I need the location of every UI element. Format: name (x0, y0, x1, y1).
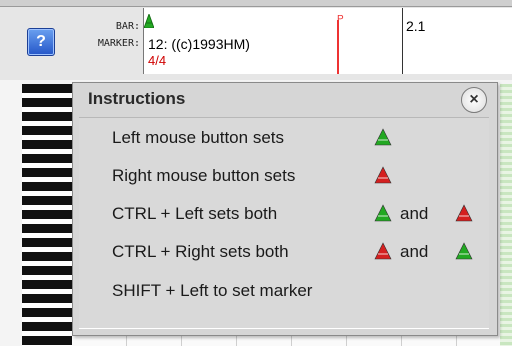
dialog-body: Left mouse button sets Right mouse button… (79, 117, 489, 329)
top-border (0, 0, 512, 7)
instruction-text: CTRL + Left sets both (112, 204, 278, 223)
instruction-text: SHIFT + Left to set marker (112, 281, 313, 300)
instruction-row: CTRL + Left sets both and (112, 204, 492, 226)
red-triangle-icon (374, 166, 392, 184)
red-triangle-icon (455, 204, 473, 222)
green-triangle-icon (455, 242, 473, 260)
instruction-row: Left mouse button sets (112, 128, 492, 150)
close-button[interactable]: × (461, 87, 487, 113)
side-labels: BAR: MARKER: (70, 18, 140, 52)
help-icon: ? (36, 33, 46, 50)
instruction-text: CTRL + Right sets both (112, 242, 289, 261)
marker-label: MARKER: (97, 38, 140, 49)
instruction-row: SHIFT + Left to set marker (112, 281, 492, 303)
measure-label: 2.1 (406, 18, 426, 34)
instruction-row: Right mouse button sets (112, 166, 492, 188)
dialog-header: Instructions × (73, 83, 497, 113)
green-triangle-icon (144, 14, 154, 28)
bar-label: BAR: (115, 21, 140, 32)
grid-edge (500, 84, 512, 346)
instruction-text: Left mouse button sets (112, 128, 284, 147)
instruction-text: Right mouse button sets (112, 166, 296, 185)
and-label: and (400, 204, 429, 223)
bar-text: 12: ((c)1993HM) (148, 36, 250, 52)
help-button[interactable]: ? (27, 28, 55, 56)
green-triangle-icon (374, 128, 392, 146)
piano-keys[interactable] (22, 84, 73, 346)
green-triangle-icon (374, 204, 392, 222)
instructions-dialog: Instructions × Left mouse button sets Rig… (72, 82, 498, 336)
and-label: and (400, 242, 429, 261)
instruction-row: CTRL + Right sets both and (112, 242, 492, 264)
red-triangle-icon (374, 242, 392, 260)
time-signature: 4/4 (148, 53, 167, 68)
measure-divider (402, 8, 403, 74)
marker-line[interactable] (337, 20, 339, 74)
dialog-title: Instructions (88, 89, 186, 108)
timeline-ruler[interactable]: 12: ((c)1993HM) 4/4 P 2.1 (143, 8, 512, 74)
close-icon: × (469, 91, 479, 108)
